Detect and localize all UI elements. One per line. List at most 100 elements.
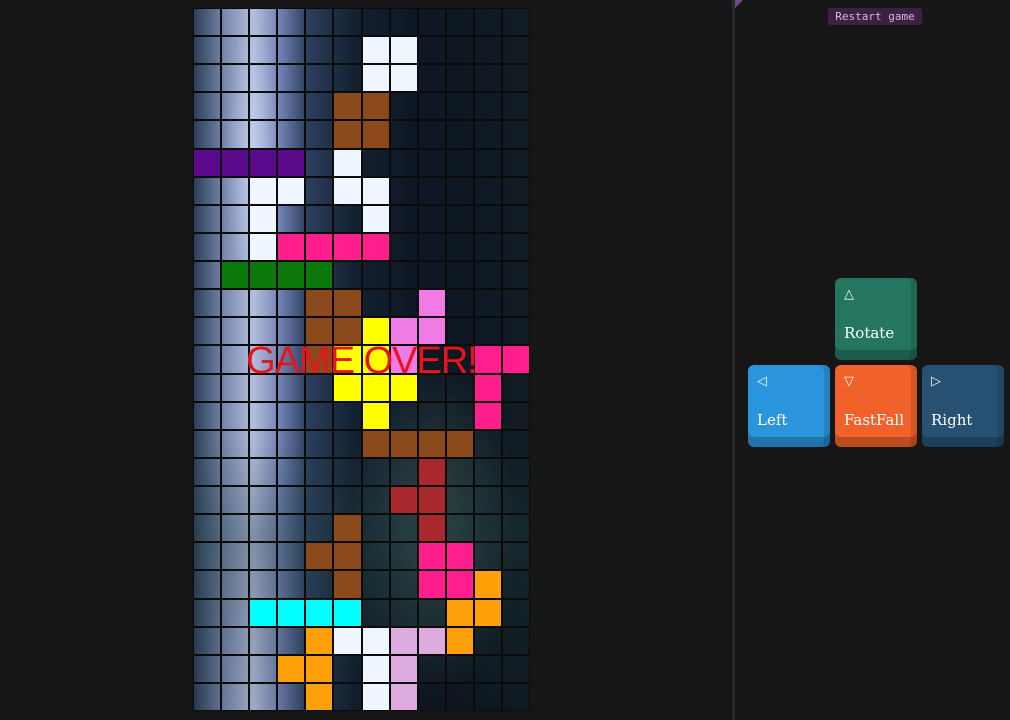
empty-cell: [249, 514, 278, 543]
empty-cell: [417, 654, 446, 683]
empty-cell: [333, 64, 362, 93]
filled-cell: [305, 598, 334, 627]
empty-cell: [305, 64, 334, 93]
empty-cell: [221, 92, 250, 121]
empty-cell: [501, 289, 530, 318]
empty-cell: [249, 626, 278, 655]
empty-cell: [445, 401, 474, 430]
empty-cell: [501, 261, 530, 290]
empty-cell: [221, 8, 250, 37]
filled-cell: [305, 542, 334, 571]
empty-cell: [501, 8, 530, 37]
empty-cell: [193, 429, 222, 458]
empty-cell: [445, 64, 474, 93]
filled-cell: [249, 232, 278, 262]
empty-cell: [193, 401, 222, 430]
filled-cell: [361, 64, 390, 93]
filled-cell: [333, 120, 362, 149]
empty-cell: [445, 486, 474, 515]
filled-cell: [501, 345, 530, 374]
empty-cell: [221, 401, 250, 430]
empty-cell: [193, 120, 222, 149]
empty-cell: [249, 654, 278, 683]
empty-cell: [249, 92, 278, 121]
empty-cell: [333, 261, 362, 290]
empty-cell: [501, 176, 530, 205]
empty-cell: [417, 36, 446, 65]
empty-cell: [501, 36, 530, 65]
empty-cell: [473, 232, 502, 262]
filled-cell: [333, 514, 362, 543]
filled-cell: [361, 626, 390, 655]
filled-cell: [417, 626, 446, 655]
filled-cell: [361, 36, 390, 65]
empty-cell: [501, 148, 530, 177]
empty-cell: [249, 289, 278, 318]
empty-cell: [445, 373, 474, 402]
empty-cell: [389, 598, 418, 627]
empty-cell: [445, 345, 474, 374]
empty-cell: [473, 36, 502, 65]
empty-cell: [501, 626, 530, 655]
empty-cell: [277, 120, 306, 149]
empty-cell: [473, 204, 502, 233]
filled-cell: [389, 373, 418, 402]
empty-cell: [249, 542, 278, 571]
empty-cell: [501, 232, 530, 262]
rotate-label: Rotate: [844, 324, 895, 342]
empty-cell: [473, 542, 502, 571]
empty-cell: [277, 570, 306, 599]
empty-cell: [277, 682, 306, 711]
fastfall-button[interactable]: ▽ FastFall: [835, 365, 917, 447]
filled-cell: [361, 401, 390, 430]
empty-cell: [501, 514, 530, 543]
left-button[interactable]: ◁ Left: [748, 365, 830, 447]
filled-cell: [417, 429, 446, 458]
empty-cell: [417, 148, 446, 177]
empty-cell: [305, 120, 334, 149]
empty-cell: [361, 148, 390, 177]
filled-cell: [277, 598, 306, 627]
filled-cell: [249, 176, 278, 205]
empty-cell: [501, 401, 530, 430]
empty-cell: [305, 36, 334, 65]
empty-cell: [221, 457, 250, 487]
filled-cell: [445, 542, 474, 571]
empty-cell: [445, 654, 474, 683]
filled-cell: [249, 148, 278, 177]
filled-cell: [277, 232, 306, 262]
filled-cell: [417, 457, 446, 487]
filled-cell: [389, 64, 418, 93]
filled-cell: [445, 598, 474, 627]
empty-cell: [389, 8, 418, 37]
empty-cell: [277, 626, 306, 655]
filled-cell: [193, 148, 222, 177]
empty-cell: [361, 486, 390, 515]
empty-cell: [389, 261, 418, 290]
filled-cell: [277, 148, 306, 177]
empty-cell: [193, 261, 222, 290]
empty-cell: [221, 542, 250, 571]
empty-cell: [389, 120, 418, 149]
empty-cell: [473, 317, 502, 346]
filled-cell: [333, 289, 362, 318]
rotate-button[interactable]: △ Rotate: [835, 278, 917, 360]
empty-cell: [193, 345, 222, 374]
empty-cell: [193, 598, 222, 627]
empty-cell: [473, 486, 502, 515]
filled-cell: [445, 429, 474, 458]
filled-cell: [361, 345, 390, 374]
empty-cell: [417, 373, 446, 402]
empty-cell: [221, 317, 250, 346]
empty-cell: [389, 401, 418, 430]
restart-game-button[interactable]: Restart game: [828, 8, 922, 25]
empty-cell: [389, 92, 418, 121]
empty-cell: [277, 345, 306, 374]
right-button[interactable]: ▷ Right: [922, 365, 1004, 447]
empty-cell: [417, 598, 446, 627]
empty-cell: [333, 429, 362, 458]
empty-cell: [389, 289, 418, 318]
empty-cell: [417, 92, 446, 121]
filled-cell: [361, 373, 390, 402]
empty-cell: [501, 64, 530, 93]
